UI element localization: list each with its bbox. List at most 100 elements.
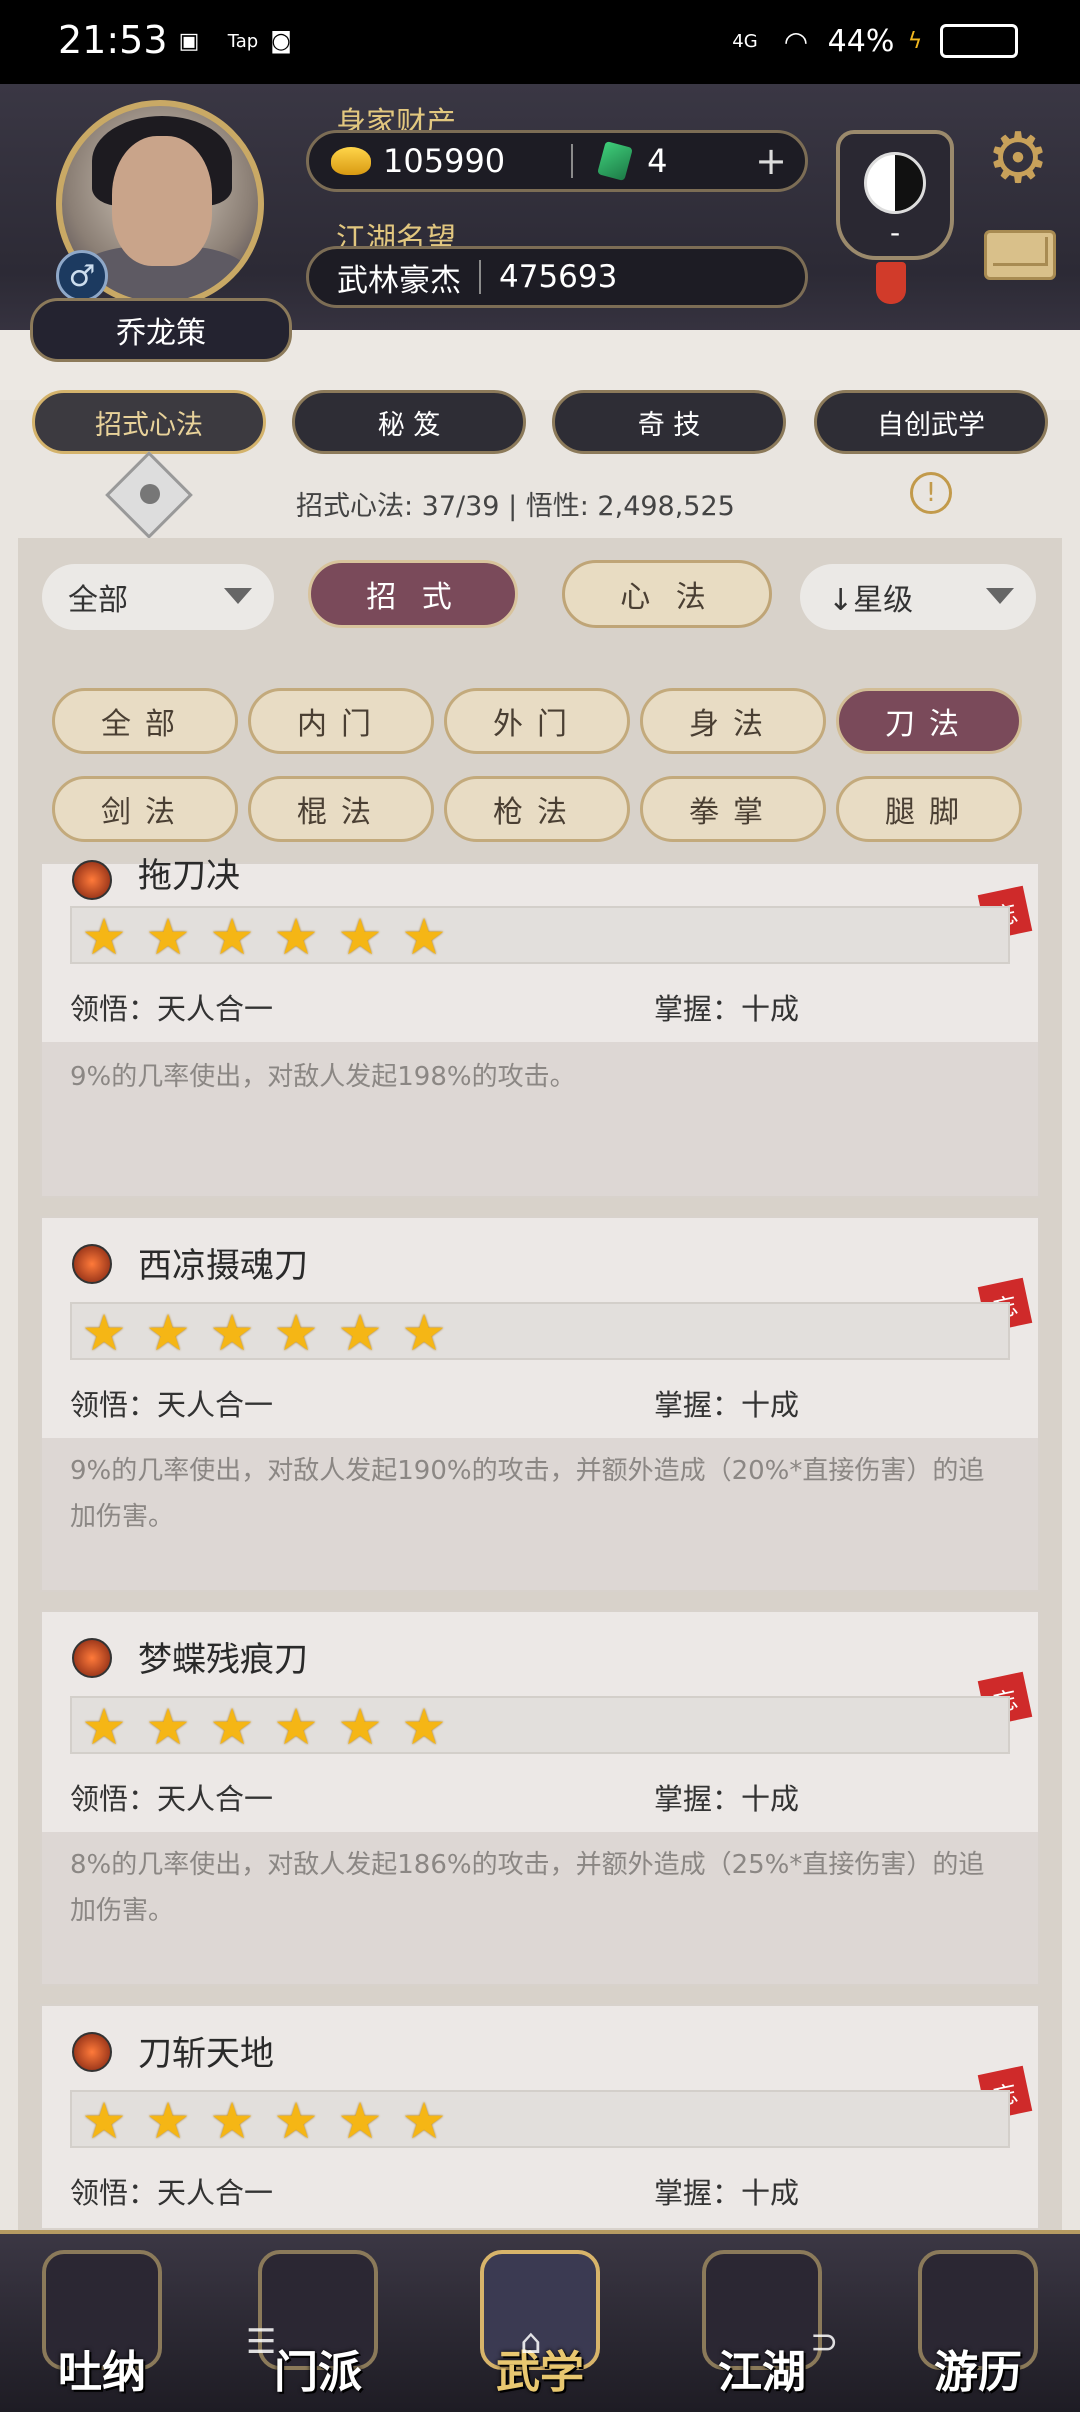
wifi-icon: ◠ (783, 24, 809, 58)
skill-comprehension: 领悟：天人合一 (70, 2176, 274, 2210)
tab-inner-methods[interactable]: 心 法 (562, 560, 772, 628)
blade-skill-icon (72, 2032, 112, 2072)
star-rating: ★ ★ ★ ★ ★ ★ (70, 1302, 1010, 1360)
filter-chip-inner-school[interactable]: 内门 (248, 688, 434, 754)
menu-icon[interactable]: ☰ (246, 2322, 276, 2362)
tab-moves-methods[interactable]: 招式心法 (32, 390, 266, 454)
charging-icon: ϟ (907, 28, 923, 54)
star-row: ★ ★ ★ ★ ★ ★ (72, 1700, 456, 1754)
filter-chip-blade[interactable]: 刀法 (836, 688, 1022, 754)
star-icon: ★ (337, 2092, 383, 2150)
gold-amount: 105990 (383, 142, 506, 180)
skill-mastery: 掌握：十成 (654, 2176, 800, 2210)
blade-skill-icon (72, 1638, 112, 1678)
skill-card[interactable]: 梦蝶残痕刀 忘 ★★★★★★ 领悟：天人合一 掌握：十成 8%的几率使出，对敌人… (40, 1610, 1040, 1986)
mail-icon[interactable] (984, 230, 1056, 280)
star-icon: ★ (209, 1698, 255, 1756)
fame-value: 475693 (499, 259, 618, 295)
star-icon: ★ (337, 908, 383, 966)
avatar-face (112, 136, 212, 266)
settings-gear-icon[interactable]: ⚙ (982, 122, 1054, 194)
star-icon: ★ (401, 1304, 447, 1362)
filter-chip-leg[interactable]: 腿脚 (836, 776, 1022, 842)
skill-mastery: 掌握：十成 (654, 1782, 800, 1816)
skill-name: 拖刀决 (138, 856, 240, 896)
filter-chip-all[interactable]: 全部 (52, 688, 238, 754)
skill-comprehension: 领悟：天人合一 (70, 1388, 274, 1422)
skill-stats: 招式心法: 37/39 | 悟性: 2,498,525 (296, 491, 735, 522)
scope-dropdown[interactable]: 全部 (42, 564, 274, 630)
star-icon: ★ (81, 2092, 127, 2150)
wealth-pill: 105990 4 + (306, 130, 808, 192)
back-icon[interactable]: ⊃ (810, 2322, 839, 2362)
filter-chip-spear[interactable]: 枪法 (444, 776, 630, 842)
gold-ingot-icon (331, 147, 371, 175)
tab-special-skills[interactable]: 奇 技 (552, 390, 786, 454)
blade-skill-icon (72, 860, 112, 900)
system-nav-overlay: ☰ ⌂ ⊃ (240, 2322, 860, 2362)
nav-jianghu[interactable]: 江湖 (688, 2240, 836, 2400)
chevron-down-icon (224, 588, 252, 604)
tab-secret-manuals[interactable]: 秘 笈 (292, 390, 526, 454)
skill-name: 西凉摄魂刀 (138, 1246, 308, 1286)
star-rating: ★ ★ ★ ★ ★ ★ (70, 906, 1010, 964)
star-icon: ★ (145, 2092, 191, 2150)
star-icon: ★ (209, 908, 255, 966)
star-rating: ★ ★ ★ ★ ★ ★ (70, 2090, 1010, 2148)
skill-comprehension: 领悟：天人合一 (70, 992, 274, 1026)
fame-title: 武林豪杰 (337, 262, 461, 299)
star-icon: ★ (337, 1698, 383, 1756)
skill-description-area: 9%的几率使出，对敌人发起190%的攻击，并额外造成（20%*直接伤害）的追加伤… (42, 1438, 1038, 1590)
nav-travel[interactable]: 游历 (904, 2240, 1052, 2400)
filter-chip-sword[interactable]: 剑法 (52, 776, 238, 842)
tap-app-label: Tap (227, 30, 259, 52)
player-name: 乔龙策 (30, 298, 292, 362)
skill-description-area: 9%的几率使出，对敌人发起198%的攻击。 (42, 1042, 1038, 1196)
home-icon[interactable]: ⌂ (520, 2322, 542, 2362)
star-icon: ★ (145, 1698, 191, 1756)
filter-chip-staff[interactable]: 棍法 (248, 776, 434, 842)
add-currency-button[interactable]: + (755, 139, 787, 183)
filter-chip-fist-palm[interactable]: 拳掌 (640, 776, 826, 842)
star-rating: ★ ★ ★ ★ ★ ★ (70, 1696, 1010, 1754)
skill-description: 9%的几率使出，对敌人发起190%的攻击，并额外造成（20%*直接伤害）的追加伤… (70, 1456, 985, 1532)
star-icon: ★ (145, 1304, 191, 1362)
skill-mastery: 掌握：十成 (654, 1388, 800, 1422)
nav-sect[interactable]: 门派 (244, 2240, 392, 2400)
skill-name: 梦蝶残痕刀 (138, 1640, 308, 1680)
skill-comprehension: 领悟：天人合一 (70, 1782, 274, 1816)
taiji-button[interactable]: - (836, 130, 954, 260)
star-row: ★ ★ ★ ★ ★ ★ (72, 2094, 456, 2148)
star-icon: ★ (81, 1304, 127, 1362)
tab-self-created[interactable]: 自创武学 (814, 390, 1048, 454)
scope-dropdown-value: 全部 (68, 583, 128, 618)
sort-dropdown-value: ↓星级 (828, 583, 914, 618)
star-icon: ★ (273, 908, 319, 966)
battery-icon (940, 24, 1018, 58)
skill-description: 9%的几率使出，对敌人发起198%的攻击。 (70, 1062, 576, 1092)
taiji-value: - (889, 216, 901, 249)
skill-card[interactable]: 刀斩天地 忘 ★★★★★★ 领悟：天人合一 掌握：十成 (40, 2004, 1040, 2230)
jade-icon (597, 140, 634, 182)
sort-dropdown[interactable]: ↓星级 (800, 564, 1036, 630)
status-bar: 21:53 ▣ Tap ◙ 4G ◠ 44% ϟ (0, 0, 1080, 84)
filter-chip-movement[interactable]: 身法 (640, 688, 826, 754)
info-icon[interactable]: ! (910, 472, 952, 514)
skill-card[interactable]: 西凉摄魂刀 忘 ★★★★★★ 领悟：天人合一 掌握：十成 9%的几率使出，对敌人… (40, 1216, 1040, 1592)
status-time: 21:53 (58, 18, 168, 62)
tab-moves[interactable]: 招 式 (308, 560, 518, 628)
star-icon: ★ (209, 2092, 255, 2150)
star-icon: ★ (401, 908, 447, 966)
chevron-down-icon (986, 588, 1014, 604)
blade-skill-icon (72, 1244, 112, 1284)
skill-description: 8%的几率使出，对敌人发起186%的攻击，并额外造成（25%*直接伤害）的追加伤… (70, 1850, 985, 1926)
star-icon: ★ (209, 1304, 255, 1362)
skill-mastery: 掌握：十成 (654, 992, 800, 1026)
nav-martial-arts[interactable]: 武学 (466, 2240, 614, 2400)
nav-breathing[interactable]: 吐纳 (28, 2240, 176, 2400)
skill-card[interactable]: 拖刀决 忘 ★★★★★★ 领悟：天人合一 掌握：十成 9%的几率使出，对敌人发起… (40, 856, 1040, 1198)
star-icon: ★ (145, 908, 191, 966)
filter-chip-outer-school[interactable]: 外门 (444, 688, 630, 754)
jade-amount: 4 (647, 142, 668, 180)
network-icon: 4G (732, 30, 758, 52)
